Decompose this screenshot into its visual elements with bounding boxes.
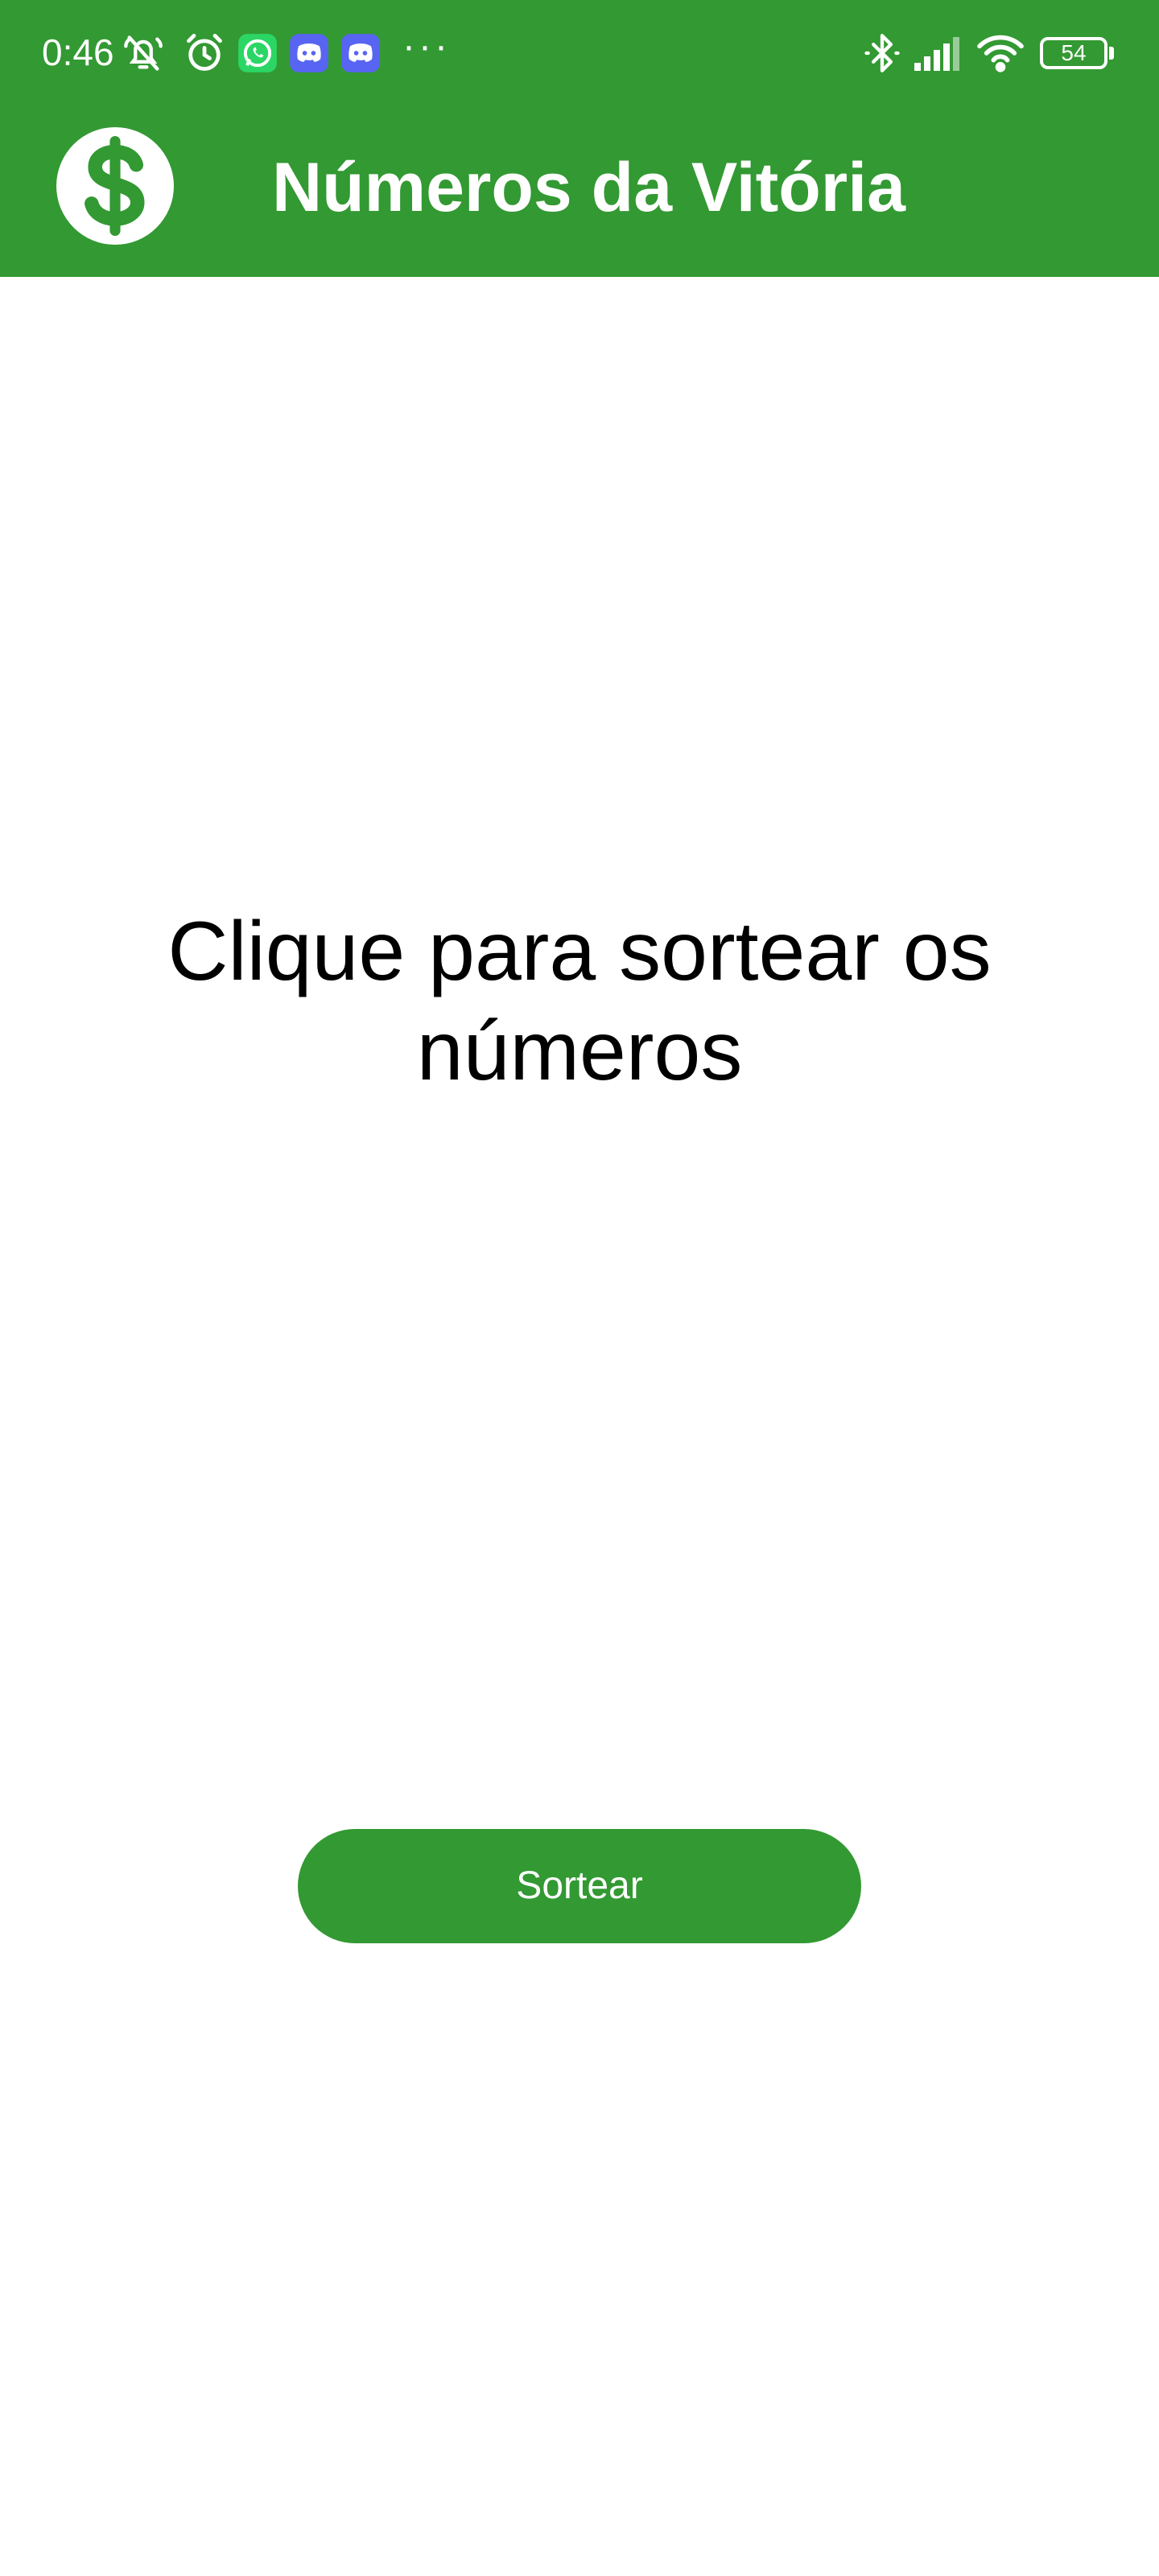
status-bar: 0:46 ··· 54 bbox=[0, 0, 1159, 105]
wifi-icon bbox=[975, 32, 1025, 74]
dollar-sign-icon bbox=[56, 127, 174, 245]
bluetooth-icon bbox=[861, 32, 903, 74]
top-bar: 0:46 ··· 54 Números da Vitória bbox=[0, 0, 1159, 277]
discord-icon bbox=[288, 32, 330, 74]
draw-numbers-button[interactable]: Sortear bbox=[298, 1829, 861, 1943]
battery-icon: 54 bbox=[1040, 37, 1107, 69]
draw-prompt-text: Clique para sortear os números bbox=[167, 905, 992, 1098]
status-time: 0:46 bbox=[42, 31, 114, 73]
battery-tip bbox=[1109, 47, 1114, 60]
discord-icon bbox=[340, 32, 382, 74]
alarm-icon bbox=[184, 32, 225, 74]
notifications-muted-icon bbox=[122, 32, 164, 74]
more-icon: ··· bbox=[402, 25, 451, 68]
app-title: Números da Vitória bbox=[272, 149, 905, 226]
whatsapp-icon bbox=[237, 32, 278, 74]
signal-icon bbox=[913, 32, 961, 74]
